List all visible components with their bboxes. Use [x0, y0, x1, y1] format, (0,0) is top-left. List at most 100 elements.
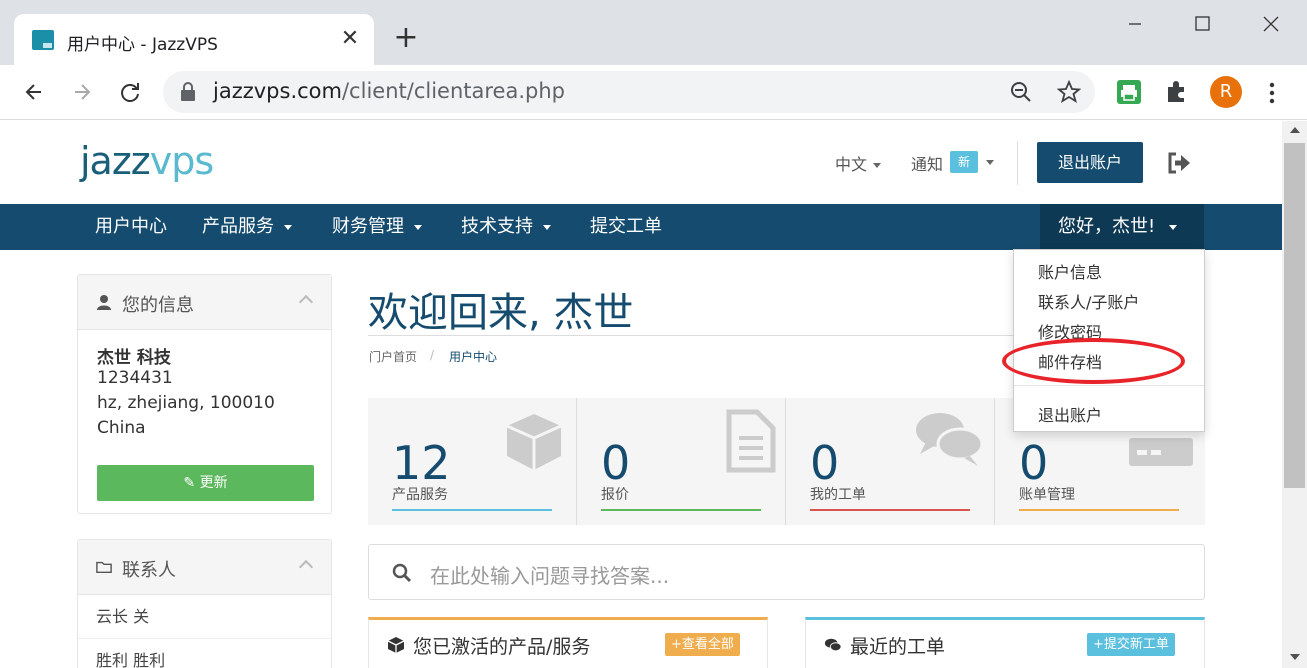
- maximize-button[interactable]: [1188, 10, 1218, 38]
- folder-icon: [96, 561, 112, 574]
- box-title: 最近的工单: [850, 636, 946, 658]
- printer-extension-icon[interactable]: [1114, 77, 1144, 107]
- nav-item-services[interactable]: 产品服务: [202, 204, 292, 250]
- breadcrumb-home[interactable]: 门户首页: [369, 348, 417, 365]
- panel-header: 联系人: [78, 540, 331, 595]
- stat-tile-services[interactable]: 12 产品服务: [368, 398, 577, 525]
- update-button[interactable]: ✎ 更新: [97, 465, 314, 501]
- language-selector[interactable]: 中文: [835, 151, 882, 175]
- chevron-down-icon[interactable]: [986, 160, 994, 165]
- page-title: 欢迎回来, 杰世: [368, 290, 634, 336]
- browser-toolbar: jazzvps.com/client/clientarea.php R: [0, 65, 1307, 120]
- forward-button[interactable]: [67, 77, 97, 107]
- cube-icon: [387, 637, 405, 653]
- minimize-button[interactable]: [1120, 10, 1150, 38]
- stat-label: 我的工单: [810, 487, 866, 503]
- stat-underline: [392, 509, 552, 511]
- stat-value: 0: [1019, 436, 1049, 490]
- client-name: 杰世 科技: [97, 348, 171, 368]
- search-icon: [392, 563, 412, 583]
- sign-out-icon[interactable]: [1166, 151, 1192, 175]
- browser-tab[interactable]: 用户中心 - JazzVPS ✕: [14, 14, 374, 65]
- client-id: 1234431: [97, 368, 173, 388]
- browser-menu-icon[interactable]: [1262, 78, 1282, 108]
- stat-tile-tickets[interactable]: 0 我的工单: [786, 398, 995, 525]
- tab-title: 用户中心 - JazzVPS: [67, 35, 218, 55]
- site-favicon-icon: [32, 30, 54, 50]
- panel-title: 您的信息: [122, 295, 194, 316]
- panel-header: 您的信息: [78, 275, 331, 330]
- menu-item-account-details[interactable]: 账户信息: [1038, 259, 1102, 283]
- comments-icon: [916, 413, 984, 466]
- active-services-box: 您已激活的产品/服务 +查看全部: [368, 617, 768, 668]
- stat-underline: [601, 509, 761, 511]
- stat-tile-quotes[interactable]: 0 报价: [577, 398, 786, 525]
- notifications-menu[interactable]: 通知: [911, 151, 943, 175]
- logout-button[interactable]: 退出账户: [1037, 142, 1143, 183]
- contact-item[interactable]: 云长 关: [78, 595, 331, 639]
- client-address: hz, zhejiang, 100010: [97, 393, 275, 413]
- close-window-button[interactable]: [1256, 10, 1286, 38]
- stat-label: 账单管理: [1019, 487, 1075, 503]
- recent-tickets-box: 最近的工单 +提交新工单: [805, 617, 1205, 668]
- reload-button[interactable]: [115, 77, 145, 107]
- site-logo[interactable]: jazzvps: [80, 139, 214, 183]
- scroll-down-arrow-icon[interactable]: [1290, 654, 1300, 660]
- view-all-button[interactable]: +查看全部: [665, 633, 740, 656]
- stat-label: 产品服务: [392, 487, 448, 503]
- open-new-ticket-button[interactable]: +提交新工单: [1087, 633, 1175, 656]
- profile-avatar[interactable]: R: [1210, 76, 1242, 108]
- url-text: jazzvps.com/client/clientarea.php: [213, 79, 565, 103]
- collapse-chevron-icon[interactable]: [298, 559, 314, 575]
- lock-icon: [181, 82, 195, 101]
- webpage: jazzvps 中文 通知 新 退出账户 用户中心 产品服务 财务管理 技术支持…: [0, 121, 1282, 668]
- pencil-icon: ✎: [183, 475, 196, 491]
- back-button[interactable]: [19, 77, 49, 107]
- contact-item[interactable]: 胜利 胜利: [78, 639, 331, 668]
- stat-underline: [1019, 509, 1179, 511]
- search-input[interactable]: 在此处输入问题寻找答案...: [430, 560, 669, 589]
- stat-value: 0: [810, 436, 840, 490]
- scroll-thumb[interactable]: [1284, 143, 1305, 488]
- chevron-down-icon: [543, 224, 551, 230]
- chevron-down-icon: [873, 163, 882, 168]
- stat-underline: [810, 509, 970, 511]
- menu-item-contacts[interactable]: 联系人/子账户: [1038, 289, 1139, 313]
- scroll-up-arrow-icon[interactable]: [1290, 127, 1300, 133]
- nav-item-support[interactable]: 技术支持: [461, 204, 551, 250]
- new-tab-button[interactable]: +: [392, 23, 420, 53]
- bookmark-star-icon[interactable]: [1056, 79, 1082, 105]
- highlight-annotation: [1002, 338, 1185, 384]
- browser-tab-strip: 用户中心 - JazzVPS ✕ +: [0, 0, 1307, 65]
- menu-item-logout[interactable]: 退出账户: [1038, 402, 1102, 426]
- main-navbar: 用户中心 产品服务 财务管理 技术支持 提交工单 您好，杰世!: [0, 204, 1282, 250]
- client-country: China: [97, 418, 146, 438]
- address-bar[interactable]: jazzvps.com/client/clientarea.php: [163, 71, 1095, 113]
- user-icon: [97, 295, 111, 310]
- nav-item-client-area[interactable]: 用户中心: [95, 204, 167, 250]
- stat-value: 12: [392, 436, 451, 490]
- breadcrumb-current: 用户中心: [449, 350, 498, 364]
- page-scrollbar[interactable]: [1282, 121, 1307, 668]
- knowledgebase-search[interactable]: 在此处输入问题寻找答案...: [368, 544, 1205, 600]
- notification-badge[interactable]: 新: [950, 151, 978, 173]
- box-title: 您已激活的产品/服务: [413, 636, 591, 658]
- extensions-puzzle-icon[interactable]: [1162, 77, 1192, 107]
- divider: [1014, 385, 1204, 386]
- zoom-icon[interactable]: [1008, 79, 1034, 105]
- tab-close-button[interactable]: ✕: [337, 26, 363, 52]
- user-menu-toggle[interactable]: 您好，杰世!: [1040, 204, 1204, 250]
- collapse-chevron-icon[interactable]: [298, 294, 314, 310]
- breadcrumb-separator: /: [430, 348, 435, 362]
- document-icon: [726, 409, 776, 473]
- cube-icon: [506, 414, 562, 470]
- nav-item-billing[interactable]: 财务管理: [332, 204, 422, 250]
- stat-value: 0: [601, 436, 631, 490]
- credit-card-icon: [1129, 438, 1193, 466]
- comments-icon: [824, 638, 842, 652]
- divider: [1017, 141, 1018, 185]
- chevron-down-icon: [284, 224, 292, 230]
- chevron-down-icon: [414, 224, 422, 230]
- nav-item-open-ticket[interactable]: 提交工单: [590, 204, 662, 250]
- stat-label: 报价: [601, 487, 629, 503]
